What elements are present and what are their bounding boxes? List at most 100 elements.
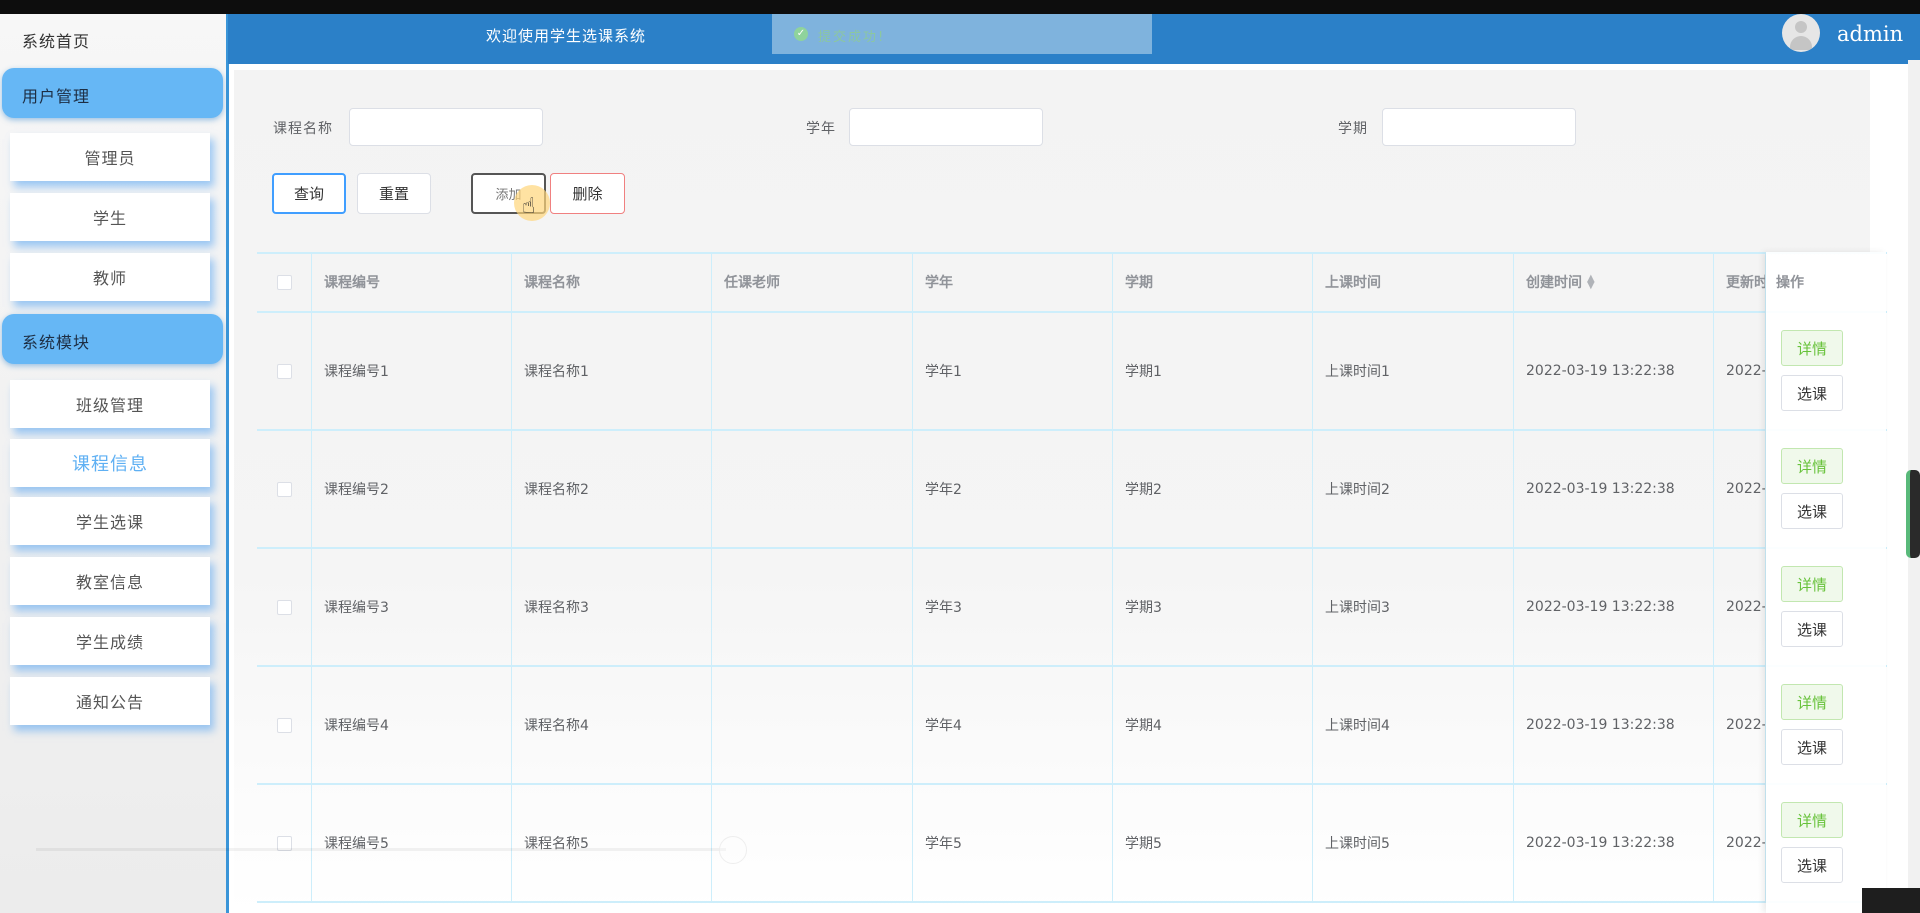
course-name-input[interactable]: [349, 108, 543, 146]
column-header: 上课时间: [1313, 252, 1514, 312]
table-cell: [712, 312, 913, 430]
table-cell: 学年3: [913, 548, 1113, 666]
row-checkbox[interactable]: [276, 599, 292, 615]
table-cell: 2022-: [1714, 430, 1766, 548]
detail-button[interactable]: 详情: [1781, 802, 1843, 838]
welcome-title: 欢迎使用学生选课系统: [486, 27, 647, 45]
course-name-label: 课程名称: [273, 121, 333, 137]
window-corner: [1862, 888, 1920, 913]
table-cell: [712, 666, 913, 784]
success-toast: ✓ 提交成功!: [772, 14, 1152, 54]
semester-input[interactable]: [1382, 108, 1576, 146]
select-course-button[interactable]: 选课: [1781, 375, 1843, 411]
table-cell: 课程名称1: [512, 312, 712, 430]
table-cell: 2022-03-19 13:22:38: [1514, 430, 1714, 548]
sidebar-item-student-grades[interactable]: 学生成绩: [10, 617, 210, 665]
table-cell: 课程名称3: [512, 548, 712, 666]
column-header: 学年: [913, 252, 1113, 312]
table-cell: 课程编号5: [312, 784, 512, 902]
select-course-button[interactable]: 选课: [1781, 729, 1843, 765]
sidebar-item-student[interactable]: 学生: [10, 193, 210, 241]
table-cell: 上课时间3: [1313, 548, 1514, 666]
select-course-button[interactable]: 选课: [1781, 611, 1843, 647]
sortable-column-header[interactable]: 创建时间 ▲ ▼: [1514, 252, 1714, 312]
table-cell: 2022-: [1714, 548, 1766, 666]
sidebar-item-notices[interactable]: 通知公告: [10, 677, 210, 725]
query-button[interactable]: 查询: [272, 173, 346, 214]
table-cell: 学期3: [1113, 548, 1313, 666]
sidebar-group-user-management[interactable]: 用户管理: [2, 68, 223, 118]
table-cell: 学年2: [913, 430, 1113, 548]
table-cell: 上课时间2: [1313, 430, 1514, 548]
check-circle-icon: ✓: [794, 27, 808, 41]
table-cell: 2022-03-19 13:22:38: [1514, 784, 1714, 902]
select-course-button[interactable]: 选课: [1781, 847, 1843, 883]
table-cell: 课程编号3: [312, 548, 512, 666]
table-cell: 2022-: [1714, 784, 1766, 902]
sidebar-item-classroom-info[interactable]: 教室信息: [10, 557, 210, 605]
user-icon: [1795, 21, 1807, 33]
row-checkbox-cell: [257, 784, 312, 902]
sidebar-group-label: 系统模块: [22, 333, 91, 352]
sort-icon[interactable]: ▲ ▼: [1587, 274, 1595, 291]
table-cell: 课程编号2: [312, 430, 512, 548]
table-cell: 学期1: [1113, 312, 1313, 430]
hand-cursor-icon: ☝: [522, 194, 536, 219]
table-cell: [712, 548, 913, 666]
sidebar-group-system-module[interactable]: 系统模块: [2, 314, 223, 364]
semester-label: 学期: [1338, 121, 1368, 137]
select-all-checkbox[interactable]: [276, 274, 292, 290]
table-cell: 学期5: [1113, 784, 1313, 902]
table-cell: 学期4: [1113, 666, 1313, 784]
row-checkbox[interactable]: [276, 717, 292, 733]
table-cell: 课程编号4: [312, 666, 512, 784]
table-cell: 学年1: [913, 312, 1113, 430]
detail-button[interactable]: 详情: [1781, 330, 1843, 366]
school-year-input[interactable]: [849, 108, 1043, 146]
table-cell: 学年4: [913, 666, 1113, 784]
table-cell: 课程名称2: [512, 430, 712, 548]
reset-button[interactable]: 重置: [357, 173, 431, 214]
actions-column: 操作 详情 选课 详情 选课 详情 选课 详情 选课 详情 选课: [1766, 252, 1886, 913]
row-checkbox[interactable]: [276, 363, 292, 379]
detail-button[interactable]: 详情: [1781, 448, 1843, 484]
detail-button[interactable]: 详情: [1781, 566, 1843, 602]
sidebar-item-course-info[interactable]: 课程信息: [10, 439, 210, 487]
table-cell: 学年5: [913, 784, 1113, 902]
column-header: 操作: [1776, 275, 1804, 291]
column-header-label: 创建时间: [1526, 275, 1582, 291]
sidebar-home-link[interactable]: 系统首页: [22, 28, 90, 52]
table-cell: 2022-03-19 13:22:38: [1514, 666, 1714, 784]
row-checkbox-cell: [257, 548, 312, 666]
horizontal-scrollbar[interactable]: [36, 848, 726, 851]
sidebar-item-teacher[interactable]: 教师: [10, 253, 210, 301]
sidebar-group-label: 用户管理: [22, 87, 91, 106]
row-checkbox[interactable]: [276, 481, 292, 497]
table-cell: 2022-: [1714, 312, 1766, 430]
delete-button[interactable]: 删除: [550, 173, 625, 214]
select-course-button[interactable]: 选课: [1781, 493, 1843, 529]
row-checkbox-cell: [257, 430, 312, 548]
sidebar-item-admin[interactable]: 管理员: [10, 133, 210, 181]
scroll-knob[interactable]: [719, 836, 747, 864]
table-cell: 2022-: [1714, 666, 1766, 784]
scrollbar-thumb[interactable]: [1906, 470, 1920, 558]
column-header: 课程名称: [512, 252, 712, 312]
sidebar: 系统首页 用户管理 管理员 学生 教师 系统模块 班级管理 课程信息 学生选课 …: [0, 14, 229, 913]
select-all-checkbox-cell: [257, 252, 312, 312]
column-header: 学期: [1113, 252, 1313, 312]
sidebar-item-class-management[interactable]: 班级管理: [10, 380, 210, 428]
table-cell: 2022-03-19 13:22:38: [1514, 312, 1714, 430]
table-cell: 学期2: [1113, 430, 1313, 548]
table-cell: 课程名称5: [512, 784, 712, 902]
window-top-strip: [0, 0, 1920, 14]
table-cell: 课程名称4: [512, 666, 712, 784]
school-year-label: 学年: [806, 121, 836, 137]
username-label[interactable]: admin: [1837, 22, 1903, 46]
toast-message: 提交成功!: [818, 30, 886, 45]
avatar[interactable]: [1782, 14, 1820, 52]
table-cell: 课程编号1: [312, 312, 512, 430]
sidebar-item-course-selection[interactable]: 学生选课: [10, 497, 210, 545]
table-cell: [712, 430, 913, 548]
detail-button[interactable]: 详情: [1781, 684, 1843, 720]
